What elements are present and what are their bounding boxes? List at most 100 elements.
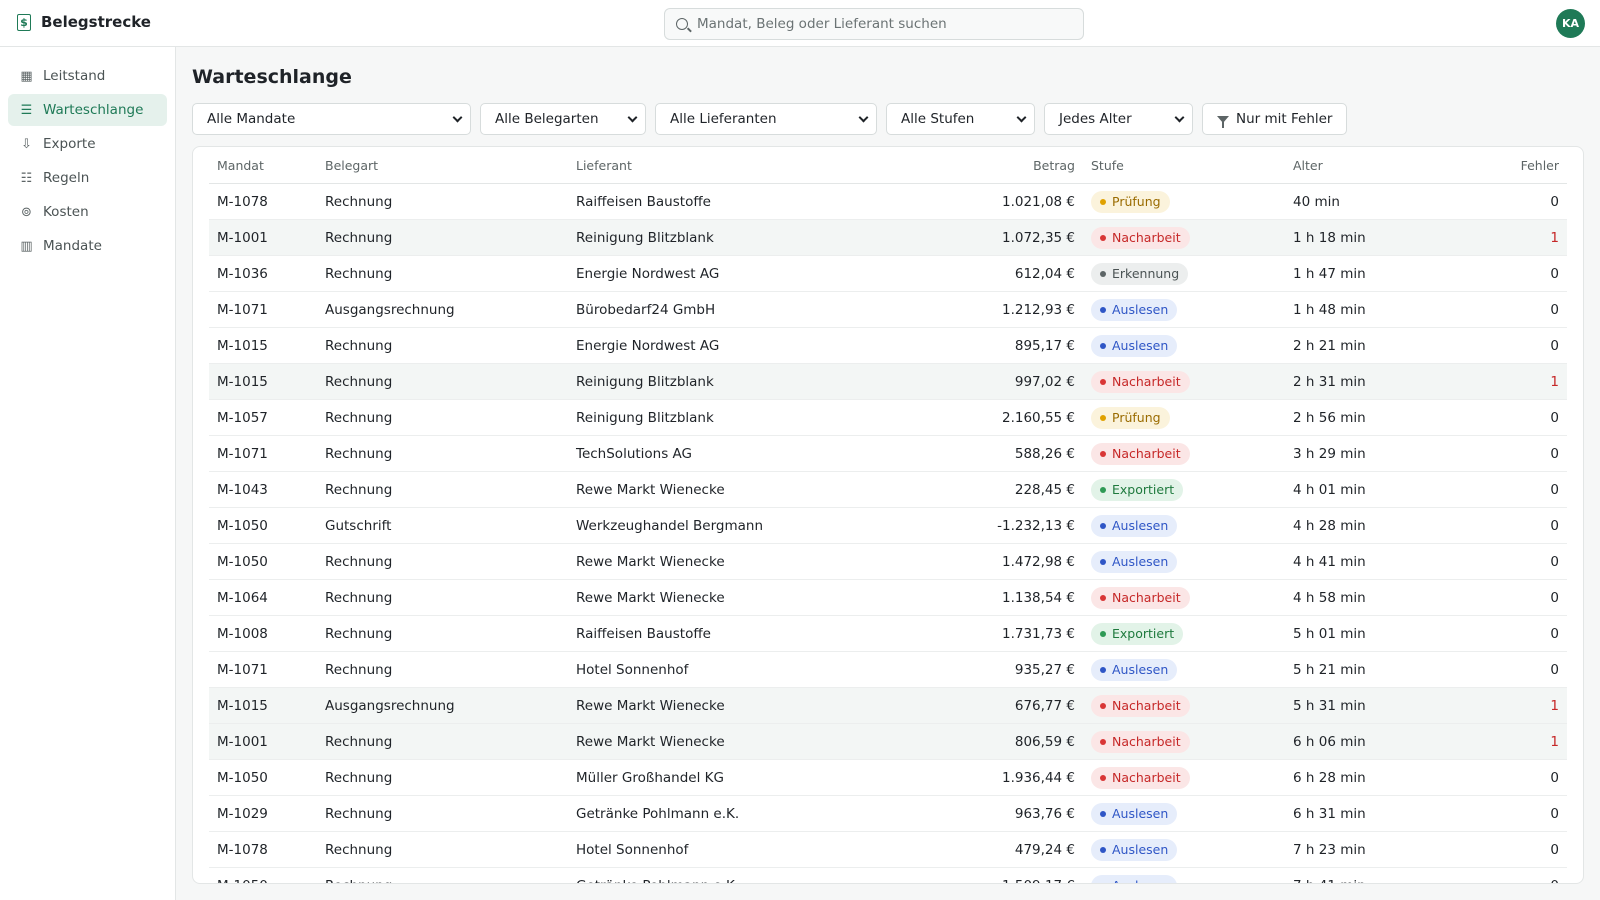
cell-mandat: M-1071	[217, 661, 268, 678]
avatar[interactable]: KA	[1556, 9, 1585, 38]
table-row[interactable]: M-1043 Rechnung Rewe Markt Wienecke 228,45 …	[209, 472, 1567, 508]
cell-stufe: Auslesen	[1075, 802, 1293, 825]
table-row[interactable]: M-1050 Gutschrift Werkzeughandel Bergmann -…	[209, 508, 1567, 544]
cell-stufe: Auslesen	[1075, 514, 1293, 537]
table-row[interactable]: M-1057 Rechnung Reinigung Blitzblank 2.160,…	[209, 400, 1567, 436]
table-row[interactable]: M-1078 Rechnung Raiffeisen Baustoffe 1.021,…	[209, 184, 1567, 220]
cell-belegart: Rechnung	[325, 553, 393, 570]
cell-lieferant: Hotel Sonnenhof	[576, 661, 689, 678]
table-row[interactable]: M-1036 Rechnung Energie Nordwest AG 612,04 …	[209, 256, 1567, 292]
table-row[interactable]: M-1064 Rechnung Rewe Markt Wienecke 1.138,5…	[209, 580, 1567, 616]
status-badge-label: Auslesen	[1112, 806, 1169, 821]
cell-mandat: M-1043	[217, 481, 268, 498]
table-body: M-1078 Rechnung Raiffeisen Baustoffe 1.021,…	[209, 184, 1567, 884]
cell-betrag: 935,27 €	[1014, 661, 1075, 678]
table-row[interactable]: M-1050 Rechnung Rewe Markt Wienecke 1.472,9…	[209, 544, 1567, 580]
sidebar-item-leitstand[interactable]: ▦ Leitstand	[8, 60, 167, 92]
status-badge-label: Prüfung	[1112, 194, 1161, 209]
cell-belegart: Rechnung	[325, 625, 393, 642]
cell-alter: 7 h 41 min	[1293, 878, 1506, 884]
table-row[interactable]: M-1050 Rechnung Müller Großhandel KG 1.936,…	[209, 760, 1567, 796]
table-row[interactable]: M-1050RechnungGetränke Pohlmann e.K.1.50…	[209, 868, 1567, 884]
cell-belegart: Rechnung	[325, 193, 393, 210]
search-input[interactable]	[697, 16, 1057, 32]
table-row[interactable]: M-1008 Rechnung Raiffeisen Baustoffe 1.731,…	[209, 616, 1567, 652]
cell-betrag: 1.509,17 €	[872, 878, 1075, 884]
table-row[interactable]: M-1015 Rechnung Reinigung Blitzblank 997,02…	[209, 364, 1567, 400]
status-badge-label: Auslesen	[1112, 662, 1169, 677]
cell-alter: 2 h 31 min	[1293, 373, 1366, 390]
status-badge-label: Erkennung	[1112, 266, 1180, 281]
cell-stufe: Auslesen	[1075, 298, 1293, 321]
table-row[interactable]: M-1078 Rechnung Hotel Sonnenhof 479,24 € Aus…	[209, 832, 1567, 868]
table-row[interactable]: M-1071 Rechnung TechSolutions AG 588,26 € Na…	[209, 436, 1567, 472]
cell-mandat: M-1036	[217, 265, 268, 282]
column-header-alter[interactable]: Alter	[1293, 158, 1506, 173]
table-row[interactable]: M-1071 Ausgangsrechnung Bürobedarf24 GmbH 1…	[209, 292, 1567, 328]
table-row[interactable]: M-1071 Rechnung Hotel Sonnenhof 935,27 € Aus…	[209, 652, 1567, 688]
status-badge: Prüfung	[1091, 406, 1170, 429]
cell-stufe: Auslesen	[1075, 838, 1293, 861]
table-row[interactable]: M-1001 Rechnung Rewe Markt Wienecke 806,59 …	[209, 724, 1567, 760]
cell-mandat: M-1015	[217, 697, 268, 714]
cell-belegart: Rechnung	[325, 481, 393, 498]
sidebar-item-regeln[interactable]: ☷ Regeln	[8, 162, 167, 194]
main-content: Warteschlange Alle Mandate Alle Belegart…	[192, 47, 1584, 900]
top-bar: $ Belegstrecke KA	[0, 0, 1600, 47]
sidebar: ▦ Leitstand ☰ Warteschlange ⇩ Exporte ☷ …	[0, 47, 176, 900]
column-header-belegart[interactable]: Belegart	[325, 158, 576, 173]
status-dot-icon	[1100, 738, 1106, 745]
cell-alter: 4 h 01 min	[1293, 481, 1366, 498]
column-header-betrag[interactable]: Betrag	[872, 158, 1075, 173]
brand[interactable]: $ Belegstrecke	[17, 13, 151, 31]
cell-stufe: Prüfung	[1075, 190, 1293, 213]
cell-alter: 2 h 21 min	[1293, 337, 1366, 354]
only-errors-filter-button[interactable]: Nur mit Fehler	[1202, 103, 1348, 135]
cell-alter: 7 h 23 min	[1293, 841, 1366, 858]
search-box[interactable]	[664, 8, 1084, 40]
status-dot-icon	[1100, 486, 1106, 493]
cell-belegart: Gutschrift	[325, 517, 392, 534]
status-dot-icon	[1100, 378, 1106, 385]
belegart-filter-select[interactable]: Alle Belegarten	[480, 103, 646, 135]
stufe-filter-select[interactable]: Alle Stufen	[886, 103, 1035, 135]
cell-alter: 1 h 47 min	[1293, 265, 1366, 282]
coins-icon: ⊚	[21, 204, 32, 220]
app-name: Belegstrecke	[41, 13, 151, 31]
cell-betrag: 1.138,54 €	[1002, 589, 1075, 606]
cell-lieferant: Rewe Markt Wienecke	[576, 697, 725, 714]
table-row[interactable]: M-1015 Rechnung Energie Nordwest AG 895,17 …	[209, 328, 1567, 364]
cell-lieferant: Rewe Markt Wienecke	[576, 481, 725, 498]
status-badge: Auslesen	[1091, 550, 1178, 573]
table-row[interactable]: M-1001 Rechnung Reinigung Blitzblank 1.072,…	[209, 220, 1567, 256]
cell-belegart: Ausgangsrechnung	[325, 697, 455, 714]
status-badge: Erkennung	[1091, 262, 1189, 285]
table-row[interactable]: M-1015 Ausgangsrechnung Rewe Markt Wieneck…	[209, 688, 1567, 724]
status-badge-label: Auslesen	[1112, 554, 1169, 569]
cell-belegart: Rechnung	[325, 373, 393, 390]
alter-filter-select[interactable]: Jedes Alter	[1044, 103, 1193, 135]
lieferant-filter-select[interactable]: Alle Lieferanten	[655, 103, 877, 135]
cell-stufe: Nacharbeit	[1075, 226, 1293, 249]
cell-stufe: Nacharbeit	[1075, 586, 1293, 609]
cell-betrag: 2.160,55 €	[1002, 409, 1075, 426]
sidebar-item-kosten[interactable]: ⊚ Kosten	[8, 196, 167, 228]
status-badge: Auslesen	[1091, 334, 1178, 357]
cell-betrag: 806,59 €	[1014, 733, 1075, 750]
sidebar-item-mandate[interactable]: ▥ Mandate	[8, 230, 167, 262]
mandat-filter-select[interactable]: Alle Mandate	[192, 103, 471, 135]
cell-betrag: 1.212,93 €	[1002, 301, 1075, 318]
cell-belegart: Rechnung	[325, 769, 393, 786]
table-row[interactable]: M-1029 Rechnung Getränke Pohlmann e.K. 963,…	[209, 796, 1567, 832]
sidebar-item-warteschlange[interactable]: ☰ Warteschlange	[8, 94, 167, 126]
cell-mandat: M-1001	[217, 733, 268, 750]
status-badge: Prüfung	[1091, 190, 1170, 213]
cell-fehler: 0	[1550, 301, 1559, 318]
sidebar-item-label: Regeln	[43, 170, 90, 186]
column-header-lieferant[interactable]: Lieferant	[576, 158, 872, 173]
column-header-mandat[interactable]: Mandat	[209, 158, 325, 173]
column-header-stufe[interactable]: Stufe	[1075, 158, 1293, 173]
column-header-fehler[interactable]: Fehler	[1506, 158, 1567, 173]
sidebar-item-label: Mandate	[43, 238, 102, 254]
sidebar-item-exporte[interactable]: ⇩ Exporte	[8, 128, 167, 160]
